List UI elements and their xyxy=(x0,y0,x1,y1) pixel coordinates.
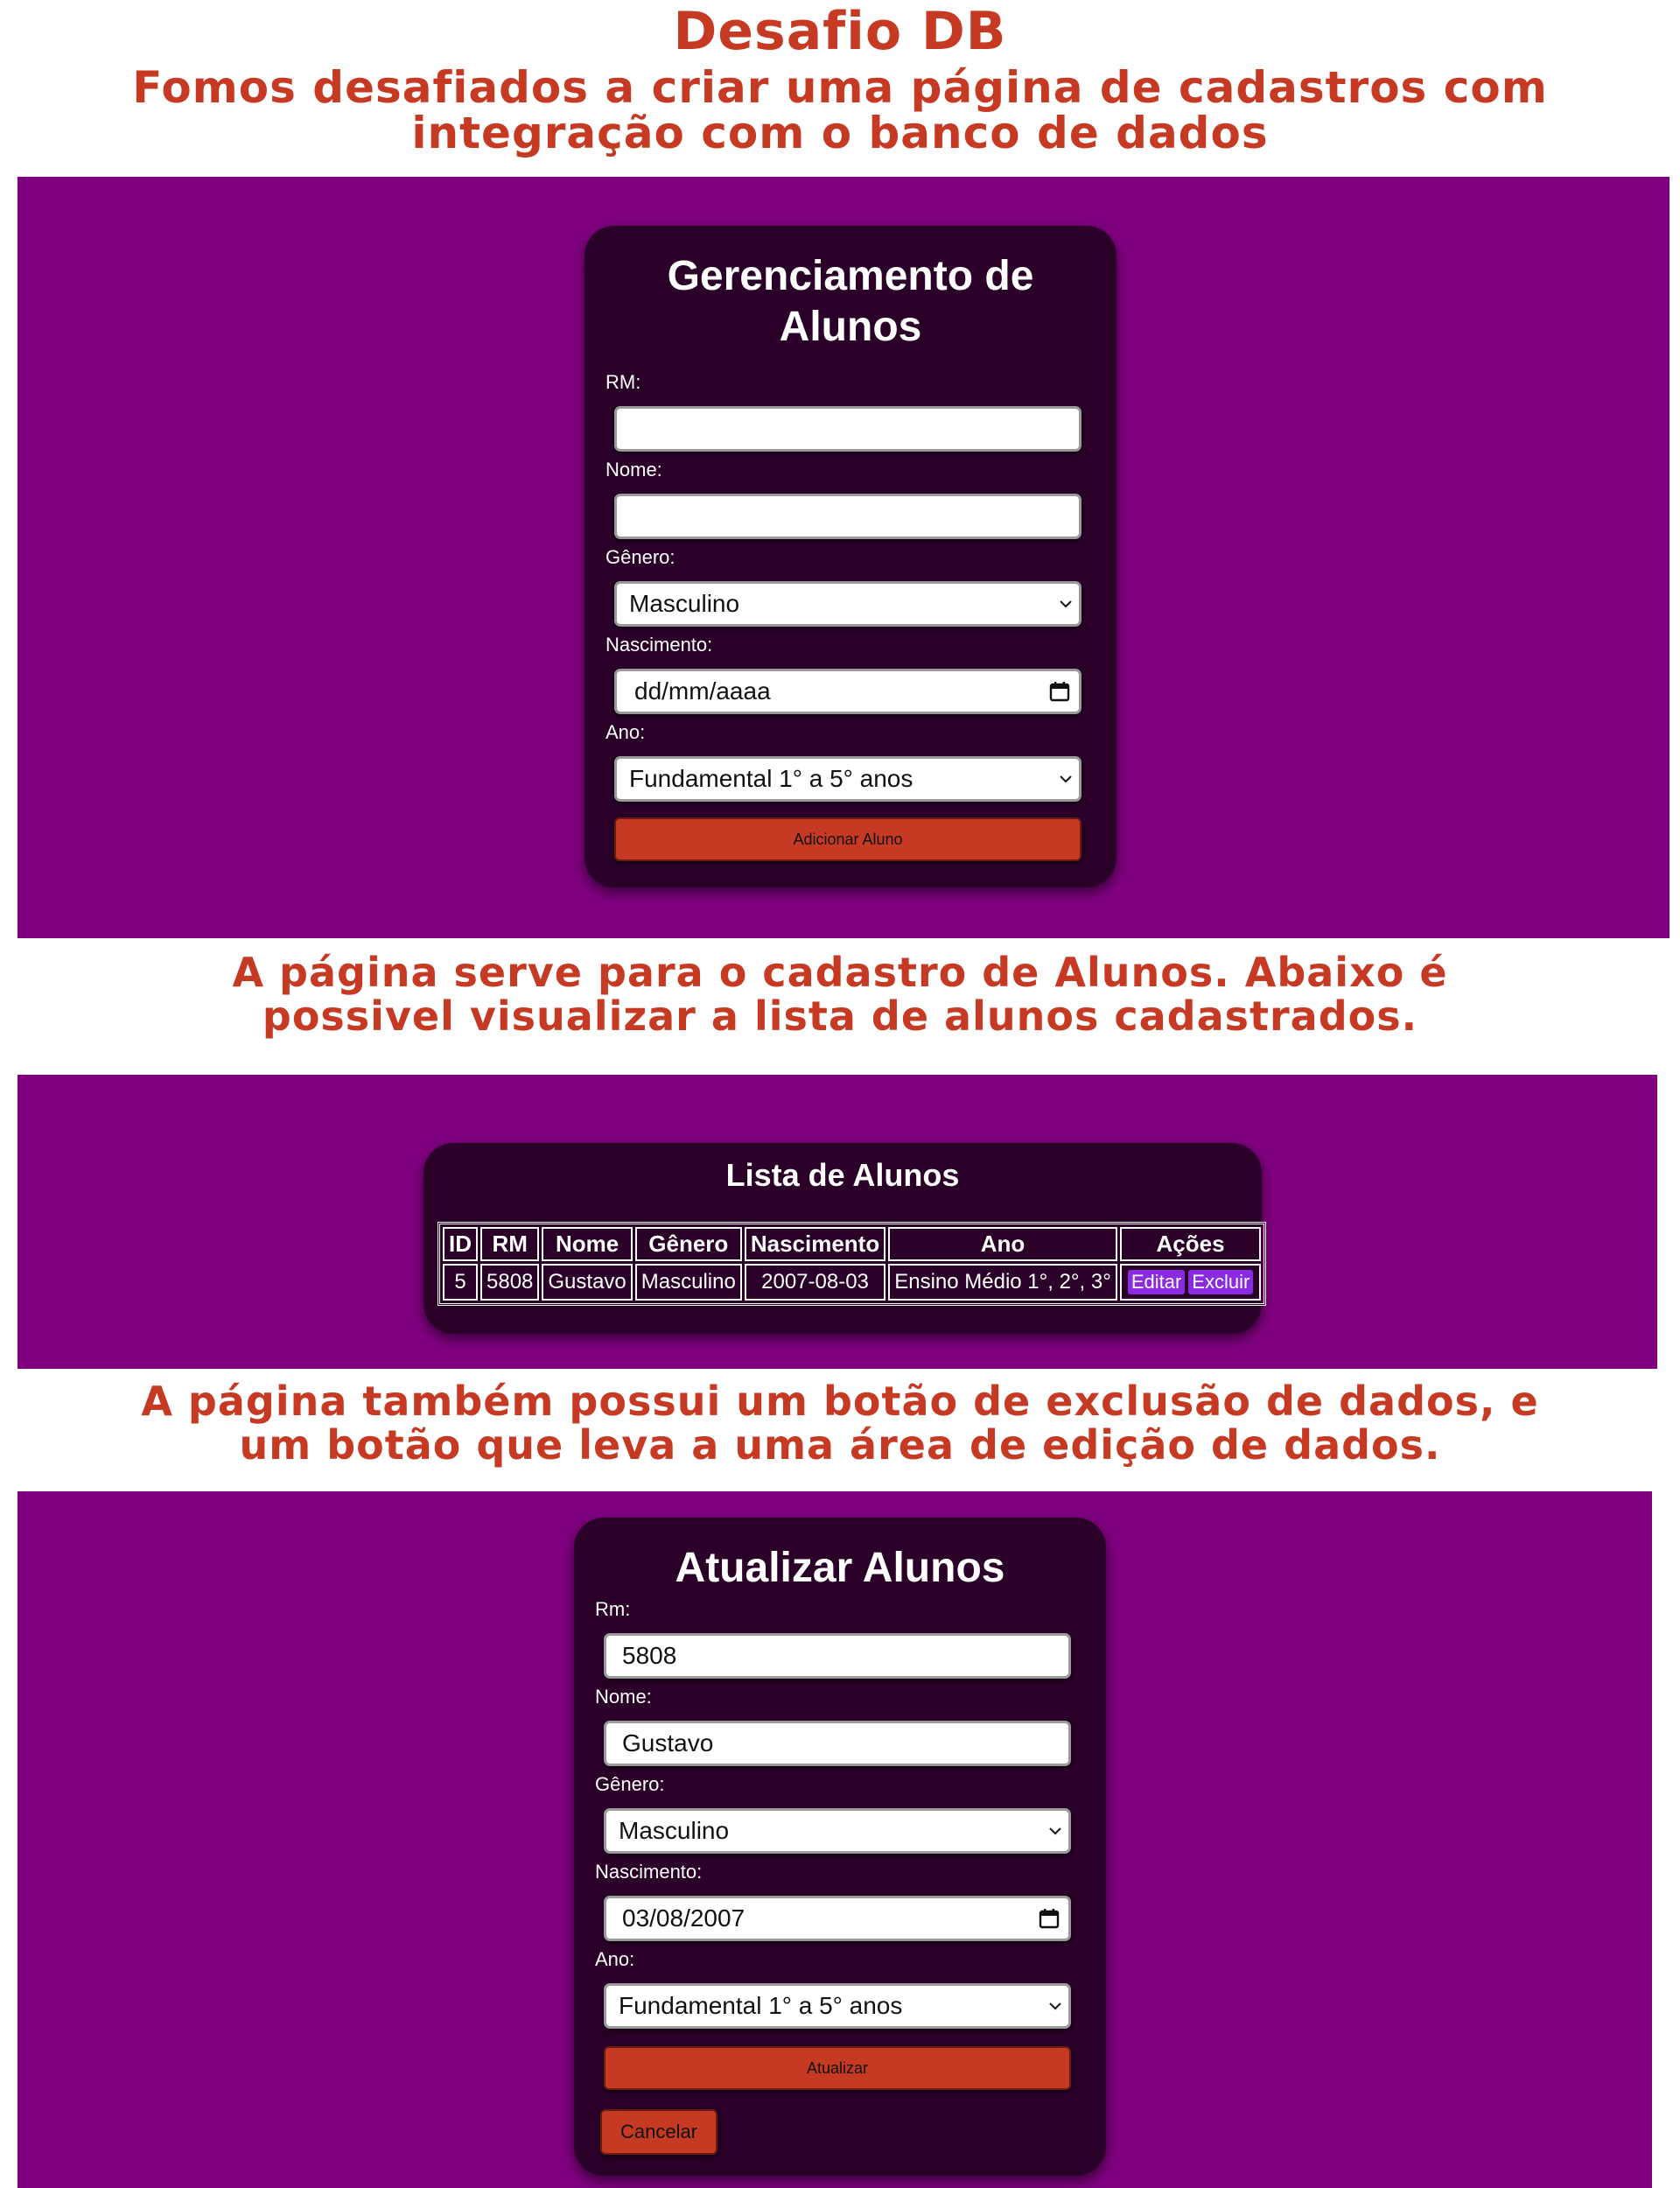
atualizar-nascimento-label: Nascimento: xyxy=(595,1861,703,1883)
atualizar-rm-label: Rm: xyxy=(595,1598,631,1620)
atualizar-button[interactable]: Atualizar xyxy=(604,2046,1071,2090)
cell-rm: 5808 xyxy=(480,1264,540,1301)
chevron-down-icon xyxy=(1042,2002,1068,2010)
column-header-id: ID xyxy=(443,1227,478,1261)
table-row: 5 5808 Gustavo Masculino 2007-08-03 Ensi… xyxy=(443,1264,1262,1301)
column-header-genero: Gênero xyxy=(634,1227,742,1261)
caption-2-line-1: A página também possui um botão de exclu… xyxy=(141,1378,1539,1425)
column-header-acoes: Ações xyxy=(1119,1227,1262,1261)
genero-select[interactable]: Masculino xyxy=(614,581,1082,627)
alunos-table: ID RM Nome Gênero Nascimento Ano Ações 5… xyxy=(438,1222,1267,1306)
genero-label: Gênero: xyxy=(606,546,676,568)
cell-ano: Ensino Médio 1°, 2°, 3° xyxy=(888,1264,1117,1301)
cell-acoes: Editar Excluir xyxy=(1119,1264,1262,1301)
editar-button[interactable]: Editar xyxy=(1127,1270,1186,1294)
table-header-row: ID RM Nome Gênero Nascimento Ano Ações xyxy=(443,1227,1262,1261)
cell-nascimento: 2007-08-03 xyxy=(744,1264,886,1301)
excluir-button[interactable]: Excluir xyxy=(1188,1270,1254,1294)
chevron-down-icon xyxy=(1042,1827,1068,1835)
atualizar-rm-input[interactable]: 5808 xyxy=(604,1633,1071,1679)
atualizar-nascimento-input[interactable]: 03/08/2007 xyxy=(604,1896,1071,1941)
ano-label: Ano: xyxy=(606,721,646,743)
page-subtitle-line-1: Fomos desafiados a criar uma página de c… xyxy=(132,62,1548,113)
cadastro-title-line-1: Gerenciamento de xyxy=(667,253,1034,299)
page-subtitle-line-2: integração com o banco de dados xyxy=(411,108,1269,158)
column-header-nascimento: Nascimento xyxy=(744,1227,886,1261)
calendar-icon[interactable] xyxy=(1030,1908,1068,1929)
atualizar-ano-select[interactable]: Fundamental 1° a 5° anos xyxy=(604,1983,1071,2029)
lista-card: Lista de Alunos ID RM Nome Gênero Nascim… xyxy=(424,1143,1267,1334)
atualizar-card: Atualizar Alunos Rm: 5808 Nome: Gustavo … xyxy=(574,1518,1106,2176)
adicionar-aluno-button[interactable]: Adicionar Aluno xyxy=(614,817,1082,861)
rm-input[interactable] xyxy=(614,406,1082,452)
rm-label: RM: xyxy=(606,371,641,393)
column-header-nome: Nome xyxy=(542,1227,633,1261)
cell-nome: Gustavo xyxy=(542,1264,633,1301)
nascimento-label: Nascimento: xyxy=(606,634,713,656)
atualizar-genero-label: Gênero: xyxy=(595,1773,665,1795)
lista-title: Lista de Alunos xyxy=(725,1157,960,1193)
ano-select[interactable]: Fundamental 1° a 5° anos xyxy=(614,756,1082,802)
caption-2-line-2: um botão que leva a uma área de edição d… xyxy=(239,1421,1441,1469)
atualizar-nome-label: Nome: xyxy=(595,1686,652,1708)
page-title: Desafio DB xyxy=(673,1,1007,62)
atualizar-title: Atualizar Alunos xyxy=(675,1545,1005,1591)
cadastro-title-line-2: Alunos xyxy=(779,304,922,350)
cancelar-button[interactable]: Cancelar xyxy=(600,2109,718,2155)
cell-genero: Masculino xyxy=(634,1264,742,1301)
calendar-icon[interactable] xyxy=(1040,681,1079,702)
nome-input[interactable] xyxy=(614,494,1082,539)
cadastro-card: Gerenciamento de Alunos RM: Nome: Gênero… xyxy=(584,226,1116,887)
chevron-down-icon xyxy=(1053,600,1079,608)
atualizar-nome-input[interactable]: Gustavo xyxy=(604,1721,1071,1766)
cell-id: 5 xyxy=(443,1264,478,1301)
chevron-down-icon xyxy=(1053,775,1079,783)
column-header-ano: Ano xyxy=(888,1227,1117,1261)
column-header-rm: RM xyxy=(480,1227,540,1261)
caption-1-line-1: A página serve para o cadastro de Alunos… xyxy=(232,949,1448,996)
nome-label: Nome: xyxy=(606,459,662,480)
nascimento-input[interactable]: dd/mm/aaaa xyxy=(614,669,1082,714)
atualizar-genero-select[interactable]: Masculino xyxy=(604,1808,1071,1854)
caption-1-line-2: possivel visualizar a lista de alunos ca… xyxy=(262,992,1418,1040)
atualizar-ano-label: Ano: xyxy=(595,1948,635,1970)
